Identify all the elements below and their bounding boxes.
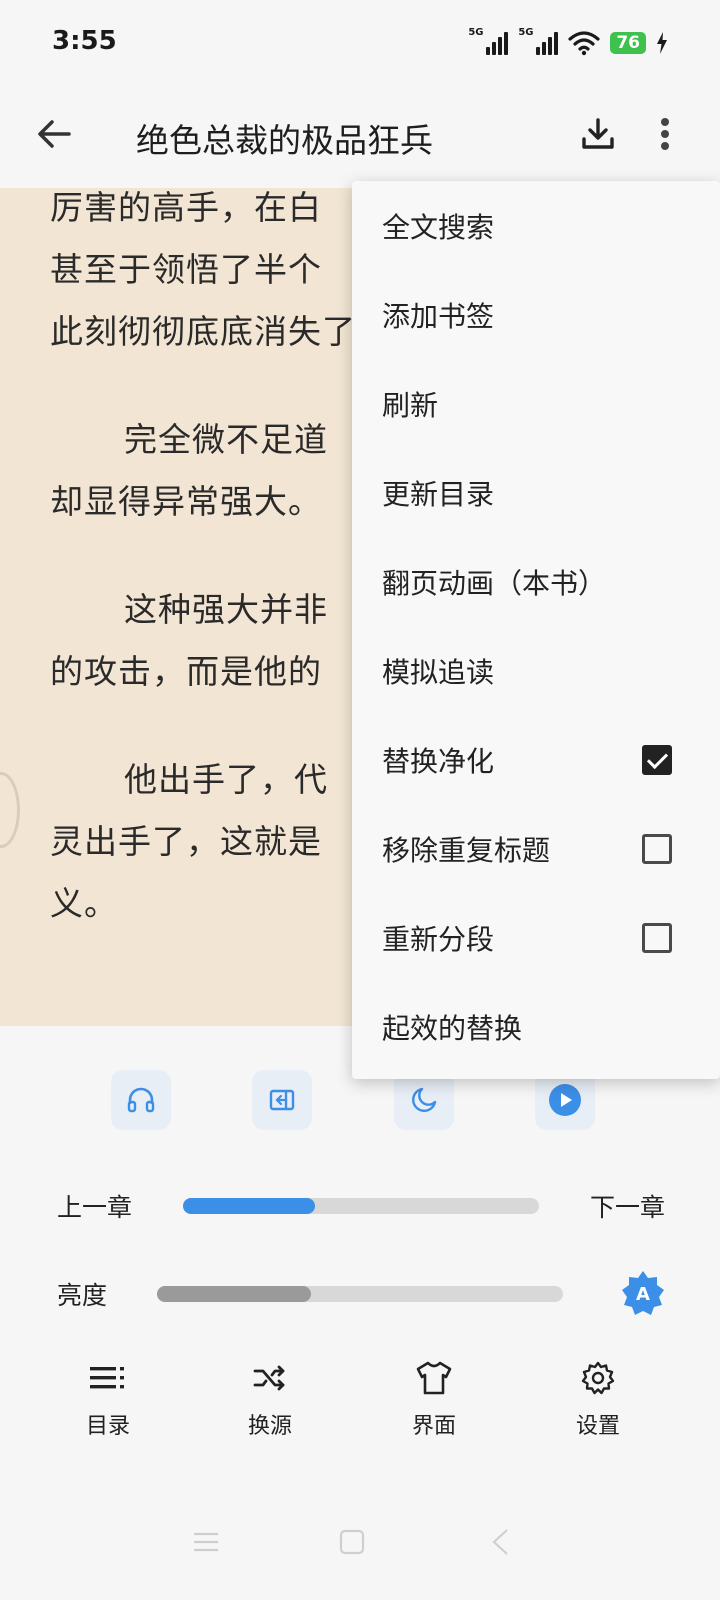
read-aloud-button[interactable]: [111, 1070, 171, 1130]
top-toolbar: 绝色总裁的极品狂兵: [0, 86, 720, 188]
arrow-left-icon: [38, 120, 71, 148]
chevron-left-icon: [492, 1529, 508, 1555]
brightness-fill: [157, 1286, 312, 1302]
play-icon: [549, 1084, 581, 1116]
menu-item-page-animation[interactable]: 翻页动画（本书）: [352, 537, 720, 626]
menu-item-full-text-search[interactable]: 全文搜索: [352, 181, 720, 270]
menu-item-replace-purify[interactable]: 替换净化: [352, 715, 720, 804]
status-bar: 3:55 5G 5G 76: [0, 0, 720, 86]
menu-item-label: 起效的替换: [382, 1011, 523, 1045]
replace-purify-checkbox[interactable]: [642, 744, 672, 775]
brightness-slider[interactable]: [157, 1286, 563, 1302]
menu-item-refresh[interactable]: 刷新: [352, 359, 720, 448]
nav-label: 换源: [247, 1414, 292, 1439]
settings-button[interactable]: 设置: [543, 1358, 653, 1448]
status-icons: 5G 5G 76: [468, 26, 668, 60]
home-button[interactable]: [332, 1522, 372, 1562]
chapter-progress-fill: [183, 1198, 315, 1214]
toc-list-icon: [90, 1367, 124, 1389]
nav-label: 界面: [411, 1414, 456, 1439]
prev-chapter-button[interactable]: 上一章: [57, 1188, 132, 1224]
auto-brightness-button[interactable]: A: [620, 1270, 666, 1316]
gear-icon: [581, 1361, 615, 1395]
remove-duplicate-title-checkbox[interactable]: [642, 833, 672, 864]
back-nav-button[interactable]: [480, 1522, 520, 1562]
more-vert-icon: [661, 118, 669, 150]
menu-item-label: 添加书签: [382, 299, 495, 333]
menu-item-label: 更新目录: [382, 477, 495, 511]
battery-indicator: 76: [610, 32, 646, 54]
download-button[interactable]: [576, 112, 620, 156]
bottom-menu-bar: 目录 换源 界面 设置: [0, 1358, 720, 1448]
auto-page-button[interactable]: [252, 1070, 312, 1130]
quick-actions-row: [0, 1070, 720, 1138]
menu-item-add-bookmark[interactable]: 添加书签: [352, 270, 720, 359]
night-mode-icon: [412, 1087, 437, 1112]
menu-item-label: 模拟追读: [382, 655, 495, 689]
switch-source-button[interactable]: 换源: [215, 1358, 325, 1448]
interface-button[interactable]: 界面: [379, 1358, 489, 1448]
edge-drag-handle[interactable]: [0, 772, 20, 848]
toc-button[interactable]: 目录: [53, 1358, 163, 1448]
system-nav-bar: [0, 1500, 720, 1600]
menu-item-label: 全文搜索: [382, 210, 495, 244]
wifi-icon: [568, 31, 600, 56]
more-options-button[interactable]: [650, 112, 680, 156]
menu-item-re-paragraph[interactable]: 重新分段: [352, 893, 720, 982]
menu-item-label: 重新分段: [382, 922, 495, 956]
re-paragraph-checkbox[interactable]: [642, 922, 672, 953]
menu-lines-icon: [194, 1532, 218, 1552]
night-mode-button[interactable]: [394, 1070, 454, 1130]
chapter-progress-row: 上一章 下一章: [0, 1180, 720, 1230]
back-button[interactable]: [30, 110, 78, 158]
status-time: 3:55: [52, 26, 117, 56]
brightness-label: 亮度: [57, 1281, 108, 1310]
menu-item-effective-replacements[interactable]: 起效的替换: [352, 982, 720, 1071]
menu-item-simulate-follow[interactable]: 模拟追读: [352, 626, 720, 715]
auto-page-icon: [269, 1089, 295, 1111]
charging-icon: [657, 32, 667, 54]
nav-label: 设置: [575, 1414, 620, 1439]
menu-item-label: 刷新: [382, 388, 439, 422]
switch-source-icon: [253, 1365, 285, 1391]
chapter-progress-slider[interactable]: [183, 1198, 539, 1214]
options-popup-menu: 全文搜索 添加书签 刷新 更新目录 翻页动画（本书） 模拟追读 替换净化 移除重…: [352, 181, 720, 1079]
menu-item-update-toc[interactable]: 更新目录: [352, 448, 720, 537]
shirt-theme-icon: [416, 1361, 452, 1395]
menu-item-label: 移除重复标题: [382, 833, 551, 867]
signal-icon: 5G: [468, 27, 509, 55]
headphones-icon: [127, 1087, 155, 1113]
play-button[interactable]: [535, 1070, 595, 1130]
book-title: 绝色总裁的极品狂兵: [136, 121, 433, 160]
next-chapter-button[interactable]: 下一章: [590, 1188, 665, 1224]
signal-icon: 5G: [518, 27, 559, 55]
square-home-icon: [339, 1529, 365, 1555]
menu-item-remove-duplicate-title[interactable]: 移除重复标题: [352, 804, 720, 893]
auto-brightness-icon: A: [622, 1271, 664, 1315]
recents-button[interactable]: [186, 1522, 226, 1562]
menu-item-label: 替换净化: [382, 744, 495, 778]
nav-label: 目录: [85, 1414, 130, 1439]
download-icon: [582, 118, 614, 149]
menu-item-label: 翻页动画（本书）: [382, 566, 607, 600]
brightness-row: 亮度 A: [0, 1268, 720, 1318]
svg-text:A: A: [636, 1284, 650, 1305]
